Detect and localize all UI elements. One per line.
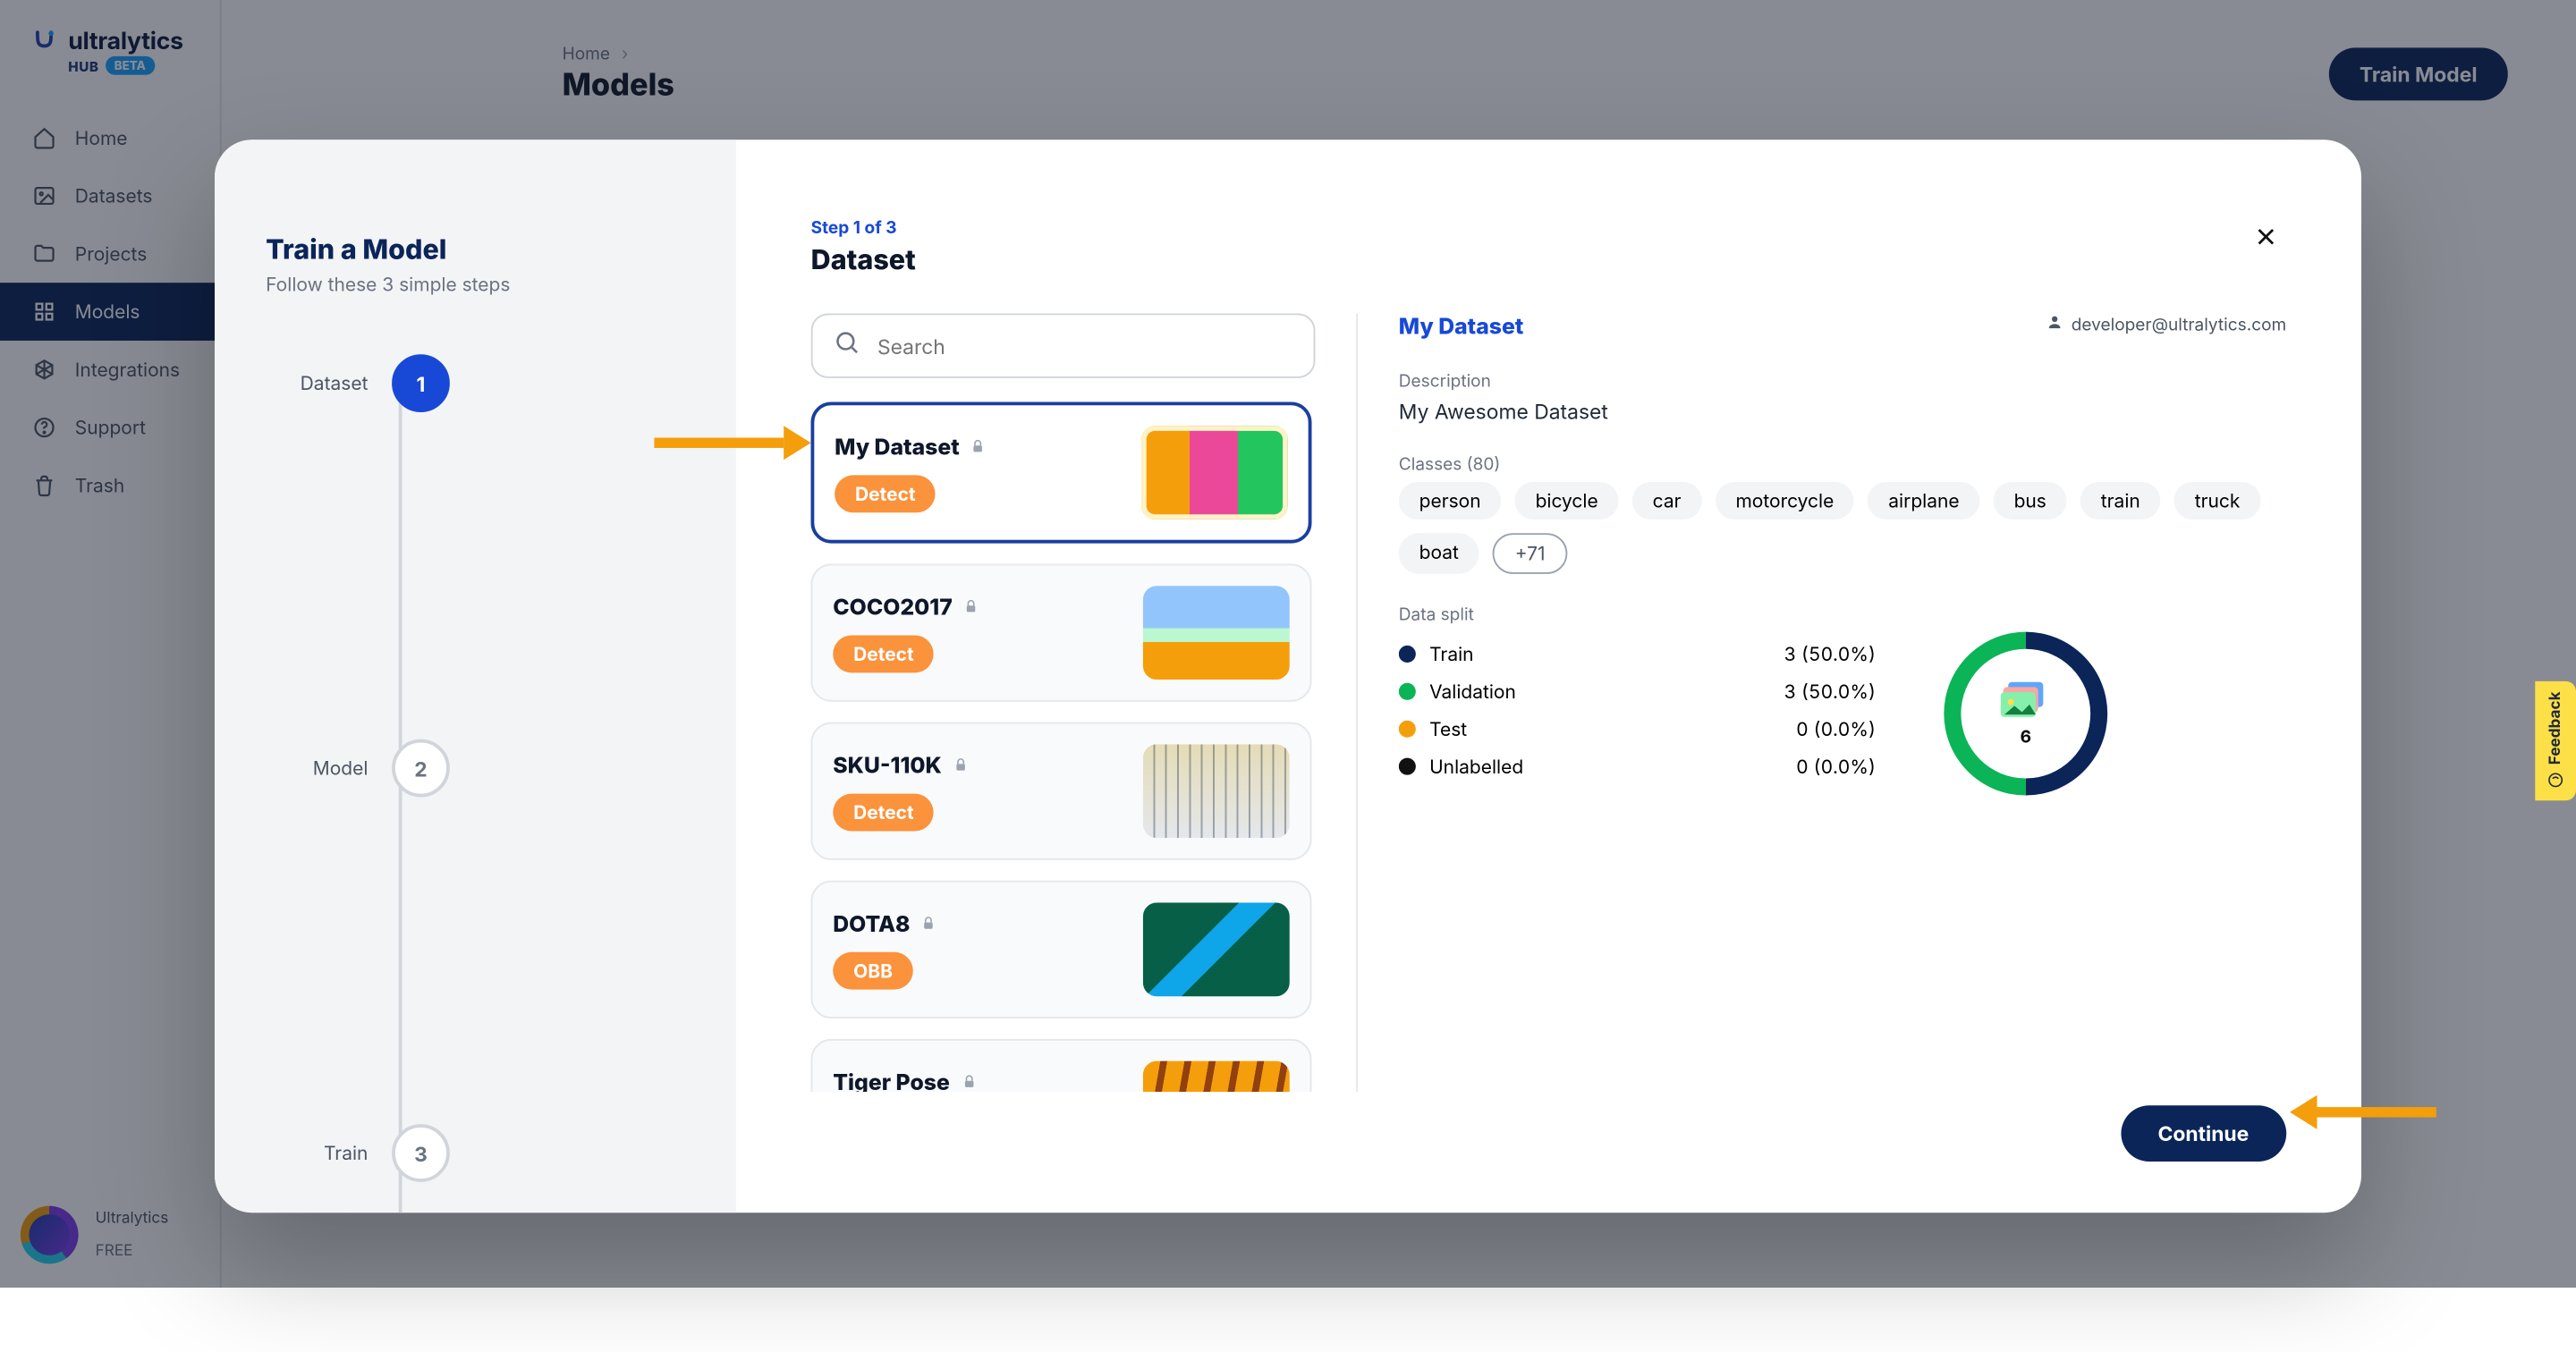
class-chip: boat bbox=[1399, 533, 1479, 574]
dataset-task-badge: Detect bbox=[833, 793, 934, 831]
search-box[interactable] bbox=[811, 313, 1316, 377]
split-swatch bbox=[1399, 683, 1416, 700]
search-input[interactable] bbox=[877, 333, 1293, 359]
split-swatch bbox=[1399, 758, 1416, 775]
step-2-dot: 2 bbox=[392, 739, 450, 798]
dataset-card[interactable]: My Dataset Detect bbox=[811, 402, 1312, 544]
step-2-label: Model bbox=[296, 756, 368, 781]
search-icon bbox=[833, 329, 860, 363]
step-counter: Step 1 of 3 bbox=[811, 218, 916, 239]
step-model[interactable]: Model 2 bbox=[296, 739, 449, 798]
data-split-donut: 6 bbox=[1944, 632, 2107, 796]
train-model-modal: Train a Model Follow these 3 simple step… bbox=[215, 139, 2361, 1213]
close-button[interactable] bbox=[2245, 218, 2286, 259]
step-dataset[interactable]: Dataset 1 bbox=[296, 354, 449, 412]
feedback-icon bbox=[2546, 773, 2565, 790]
split-row: Unlabelled 0 (0.0%) bbox=[1399, 755, 1876, 779]
split-name: Validation bbox=[1429, 680, 1770, 704]
dataset-name: COCO2017 bbox=[833, 594, 1123, 621]
lock-icon bbox=[960, 1069, 977, 1092]
step-3-label: Train bbox=[296, 1141, 368, 1165]
lock-icon bbox=[952, 752, 969, 779]
class-chip: bicycle bbox=[1515, 482, 1619, 520]
class-chip: train bbox=[2080, 482, 2161, 520]
dataset-card[interactable]: SKU-110K Detect bbox=[811, 722, 1312, 860]
close-icon bbox=[2254, 222, 2278, 256]
dataset-task-badge: Detect bbox=[835, 474, 936, 511]
dataset-thumbnail bbox=[1141, 426, 1288, 520]
split-swatch bbox=[1399, 646, 1416, 663]
dataset-owner: developer@ultralytics.com bbox=[2046, 313, 2286, 335]
class-chip: person bbox=[1399, 482, 1502, 520]
step-1-label: Dataset bbox=[296, 371, 368, 395]
split-name: Test bbox=[1429, 717, 1783, 741]
dataset-thumbnail bbox=[1143, 903, 1290, 997]
steps-subtitle: Follow these 3 simple steps bbox=[266, 273, 685, 297]
class-chip: bus bbox=[1994, 482, 2067, 520]
step-3-dot: 3 bbox=[392, 1124, 450, 1182]
lock-icon bbox=[920, 910, 937, 937]
data-split-table: Train3 (50.0%)Validation3 (50.0%)Test0 (… bbox=[1399, 642, 1876, 778]
dataset-name: Tiger Pose bbox=[833, 1069, 1123, 1092]
vertical-divider bbox=[1356, 313, 1358, 1091]
dataset-card[interactable]: Tiger PosePose bbox=[811, 1039, 1312, 1092]
description-value: My Awesome Dataset bbox=[1399, 399, 2286, 425]
description-label: Description bbox=[1399, 371, 2286, 392]
split-row: Test 0 (0.0%) bbox=[1399, 717, 1876, 741]
split-name: Train bbox=[1429, 642, 1770, 666]
owner-email: developer@ultralytics.com bbox=[2072, 314, 2286, 334]
images-icon bbox=[2000, 680, 2051, 724]
dataset-list: My Dataset Detect COCO2017 Detect SKU-110K De… bbox=[811, 402, 1316, 1092]
dataset-card[interactable]: COCO2017 Detect bbox=[811, 563, 1312, 701]
lock-icon bbox=[962, 594, 979, 621]
classes-label: Classes (80) bbox=[1399, 455, 2286, 476]
dataset-thumbnail bbox=[1143, 1061, 1290, 1092]
steps-column: Train a Model Follow these 3 simple step… bbox=[215, 139, 736, 1213]
split-row: Train 3 (50.0%) bbox=[1399, 642, 1876, 666]
lock-icon bbox=[970, 434, 987, 461]
split-count: 3 (50.0%) bbox=[1784, 680, 1877, 704]
split-count: 0 (0.0%) bbox=[1796, 755, 1876, 779]
continue-button[interactable]: Continue bbox=[2121, 1105, 2287, 1162]
dataset-task-badge: OBB bbox=[833, 951, 913, 989]
step-train[interactable]: Train 3 bbox=[296, 1124, 449, 1182]
step-1-dot: 1 bbox=[392, 354, 450, 412]
dataset-name: DOTA8 bbox=[833, 910, 1123, 937]
dataset-thumbnail bbox=[1143, 744, 1290, 838]
class-chip: car bbox=[1632, 482, 1702, 520]
detail-dataset-name: My Dataset bbox=[1399, 313, 1524, 340]
split-swatch bbox=[1399, 721, 1416, 738]
split-row: Validation 3 (50.0%) bbox=[1399, 680, 1876, 704]
dataset-thumbnail bbox=[1143, 586, 1290, 680]
split-name: Unlabelled bbox=[1429, 755, 1783, 779]
person-icon bbox=[2046, 313, 2063, 335]
data-split-label: Data split bbox=[1399, 604, 2286, 625]
donut-total: 6 bbox=[2021, 727, 2031, 748]
split-count: 0 (0.0%) bbox=[1796, 717, 1876, 741]
steps-title: Train a Model bbox=[266, 232, 685, 266]
dataset-task-badge: Detect bbox=[833, 635, 934, 672]
split-count: 3 (50.0%) bbox=[1784, 642, 1877, 666]
content-title: Dataset bbox=[811, 241, 916, 275]
feedback-tab[interactable]: Feedback bbox=[2535, 681, 2576, 800]
class-chip-more[interactable]: +71 bbox=[1493, 533, 1567, 574]
class-chip: airplane bbox=[1868, 482, 1979, 520]
steps-track-line bbox=[399, 384, 402, 1213]
dataset-name: My Dataset bbox=[835, 434, 1121, 461]
classes-chips: person bicycle car motorcycle airplane bustra… bbox=[1399, 482, 2286, 574]
feedback-label: Feedback bbox=[2546, 692, 2565, 765]
class-chip: truck bbox=[2174, 482, 2260, 520]
class-chip: motorcycle bbox=[1716, 482, 1855, 520]
dataset-name: SKU-110K bbox=[833, 752, 1123, 779]
dataset-card[interactable]: DOTA8 OBB bbox=[811, 881, 1312, 1018]
